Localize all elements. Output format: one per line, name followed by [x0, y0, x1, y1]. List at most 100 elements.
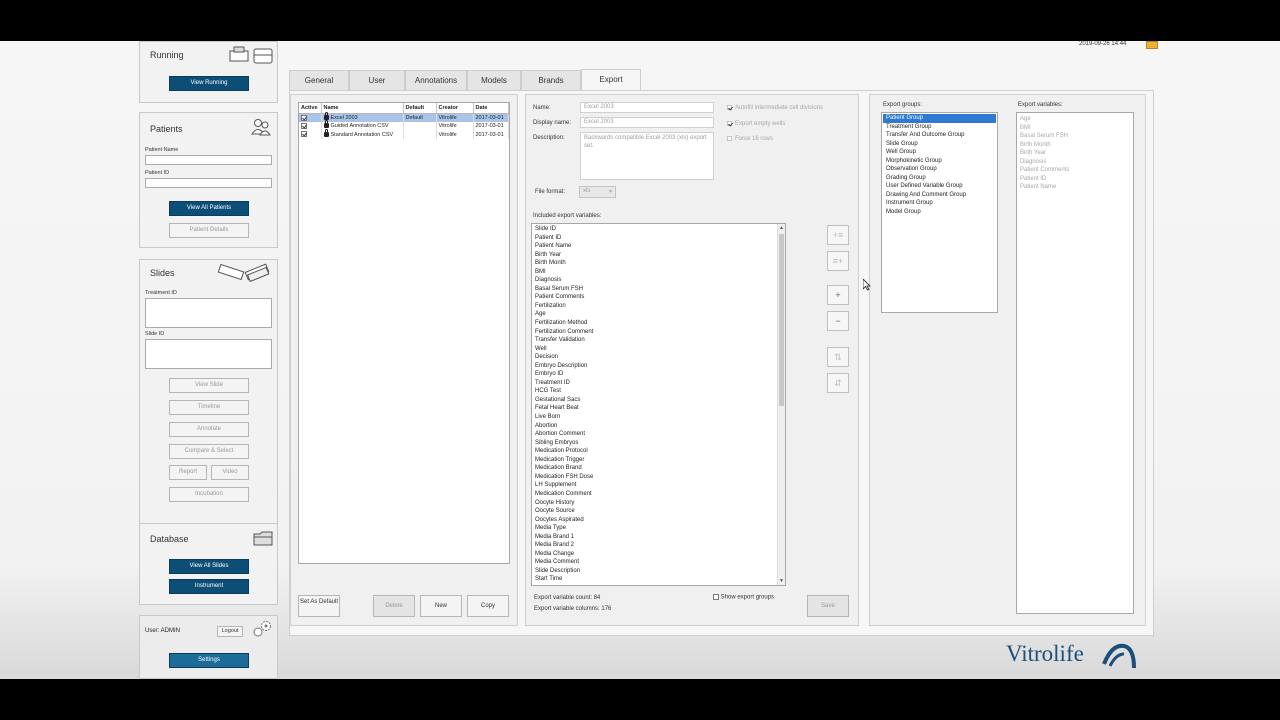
variable-list-item[interactable]: Slide Description — [532, 567, 785, 576]
table-row[interactable]: Excel 2003 Default Vitrolife 2017-03-01 — [299, 111, 509, 122]
variable-list-item[interactable]: Media Type — [532, 524, 785, 533]
col-active[interactable]: Active — [299, 103, 322, 114]
group-list-item[interactable]: Slide Group — [883, 140, 996, 149]
variable-list-item[interactable]: Birth Year — [532, 251, 785, 260]
window-close-icon[interactable] — [1146, 41, 1158, 49]
video-button[interactable]: Video — [211, 465, 249, 480]
table-row[interactable]: Guided Annotation CSV Vitrolife 2017-03-… — [299, 120, 509, 131]
variable-list-item[interactable]: Oocyte History — [532, 499, 785, 508]
tab-models[interactable]: Models — [467, 70, 521, 90]
variable-list-item[interactable]: Transfer Validation — [532, 336, 785, 345]
group-list-item[interactable]: Well Group — [883, 148, 996, 157]
group-list-item[interactable]: Drawing And Comment Group — [883, 191, 996, 200]
col-default[interactable]: Default — [403, 103, 437, 114]
description-input[interactable]: Backwards compatible Excel 2003 (xls) ex… — [580, 132, 714, 180]
incubation-button[interactable]: Incubation — [169, 487, 249, 502]
add-group-button[interactable]: +≡ — [827, 225, 849, 245]
scrollbar-thumb[interactable] — [779, 234, 784, 406]
file-format-select[interactable]: xls ▾ — [579, 186, 616, 198]
variable-list-item[interactable]: Oocyte Source — [532, 507, 785, 516]
group-variable-item[interactable]: Birth Month — [1017, 141, 1133, 150]
remove-variable-button[interactable]: − — [827, 311, 849, 331]
variable-list-item[interactable]: Media Brand 1 — [532, 533, 785, 542]
variable-list-item[interactable]: Gestational Sacs — [532, 396, 785, 405]
new-button[interactable]: New — [420, 595, 462, 617]
group-list-item[interactable]: Model Group — [883, 208, 996, 217]
compare-select-button[interactable]: Compare & Select — [169, 444, 249, 459]
group-list-item[interactable]: Instrument Group — [883, 199, 996, 208]
variable-list-item[interactable]: Media Comment — [532, 558, 785, 567]
autofill-checkbox[interactable] — [727, 105, 732, 110]
settings-button[interactable]: Settings — [169, 653, 249, 668]
group-list-item[interactable]: Grading Group — [883, 174, 996, 183]
group-list-item[interactable]: Morphokinetic Group — [883, 157, 996, 166]
patient-id-input[interactable] — [145, 178, 272, 188]
variable-list-item[interactable]: Medication Brand — [532, 464, 785, 473]
variables-scrollbar[interactable]: ▲ ▼ — [777, 224, 785, 585]
variable-list-item[interactable]: Birth Month — [532, 259, 785, 268]
treatment-id-input[interactable] — [145, 298, 272, 328]
table-row[interactable]: Standard Annotation CSV Vitrolife 2017-0… — [299, 128, 509, 139]
delete-button[interactable]: Delete — [373, 595, 415, 617]
view-slide-button[interactable]: View Slide — [169, 378, 249, 393]
group-list-item[interactable]: Observation Group — [883, 165, 996, 174]
tab-brands[interactable]: Brands — [521, 70, 581, 90]
name-input[interactable]: Excel 2003 — [580, 102, 714, 113]
settings-gear-icon[interactable] — [250, 620, 274, 638]
autofill-option[interactable]: Autofill intermediate cell divisions — [727, 105, 823, 111]
variable-list-item[interactable]: Medication Protocol — [532, 447, 785, 456]
active-checkbox[interactable] — [301, 131, 307, 138]
move-up-button[interactable]: ⇅ — [827, 347, 849, 367]
col-name[interactable]: Name — [321, 103, 404, 114]
copy-button[interactable]: Copy — [467, 595, 509, 617]
variable-list-item[interactable]: Patient ID — [532, 234, 785, 243]
variable-list-item[interactable]: Treatment ID — [532, 379, 785, 388]
force-rows-option[interactable]: Force 16 rows — [727, 136, 773, 142]
group-variable-item[interactable]: Diagnosis — [1017, 158, 1133, 167]
variable-list-item[interactable]: LH Supplement — [532, 481, 785, 490]
col-creator[interactable]: Creator — [436, 103, 474, 114]
variable-list-item[interactable]: Slide ID — [532, 225, 785, 234]
set-as-default-button[interactable]: Set As Default — [298, 595, 340, 617]
included-variables-list[interactable]: Slide ID Patient ID Patient Name Birth Year… — [531, 223, 786, 586]
variable-list-item[interactable]: Fertilization — [532, 302, 785, 311]
group-variable-item[interactable]: Basal Serum FSH — [1017, 132, 1133, 141]
variable-list-item[interactable]: Embryo Description — [532, 362, 785, 371]
timeline-button[interactable]: Timeline — [169, 400, 249, 415]
export-variables-list[interactable]: Age BMI Basal Serum FSH Birth Month Birth Ye… — [1016, 112, 1134, 614]
variable-list-item[interactable]: Abortion — [532, 422, 785, 431]
variable-list-item[interactable]: Decision — [532, 353, 785, 362]
variable-list-item[interactable]: Embryo ID — [532, 370, 785, 379]
variable-list-item[interactable]: Oocytes Aspirated — [532, 516, 785, 525]
variable-list-item[interactable]: Medication Trigger — [532, 456, 785, 465]
group-list-item[interactable]: Treatment Group — [883, 123, 996, 132]
logout-button[interactable]: Logout — [217, 626, 243, 637]
variable-list-item[interactable]: Sibling Embryos — [532, 439, 785, 448]
annotate-button[interactable]: Annotate — [169, 422, 249, 437]
group-list-item[interactable]: Patient Group — [883, 114, 996, 123]
group-variable-item[interactable]: Patient Comments — [1017, 166, 1133, 175]
tab-user[interactable]: User — [349, 70, 405, 90]
col-date[interactable]: Date — [473, 103, 509, 114]
save-button[interactable]: Save — [807, 595, 849, 617]
view-all-slides-button[interactable]: View All Slides — [169, 559, 249, 574]
show-groups-checkbox[interactable] — [713, 594, 719, 600]
variable-list-item[interactable]: BMI — [532, 268, 785, 277]
group-variable-item[interactable]: Patient ID — [1017, 175, 1133, 184]
variable-list-item[interactable]: Fertilization Comment — [532, 328, 785, 337]
view-all-patients-button[interactable]: View All Patients — [169, 201, 249, 216]
group-variable-item[interactable]: Birth Year — [1017, 149, 1133, 158]
show-export-groups-option[interactable]: Show export groups — [713, 594, 774, 601]
variable-list-item[interactable]: Media Change — [532, 550, 785, 559]
variable-list-item[interactable]: Media Brand 2 — [532, 541, 785, 550]
variable-list-item[interactable]: Patient Comments — [532, 293, 785, 302]
variable-list-item[interactable]: Medication Comment — [532, 490, 785, 499]
empty-wells-checkbox[interactable] — [727, 121, 732, 126]
add-variable-button[interactable]: + — [827, 285, 849, 305]
scroll-up-icon[interactable]: ▲ — [779, 225, 784, 231]
variable-list-item[interactable]: Fertilization Method — [532, 319, 785, 328]
view-running-button[interactable]: View Running — [169, 76, 249, 91]
display-name-input[interactable]: Excel 2003 — [580, 117, 714, 128]
export-empty-wells-option[interactable]: Export empty wells — [727, 121, 785, 127]
variable-list-item[interactable]: Basal Serum FSH — [532, 285, 785, 294]
